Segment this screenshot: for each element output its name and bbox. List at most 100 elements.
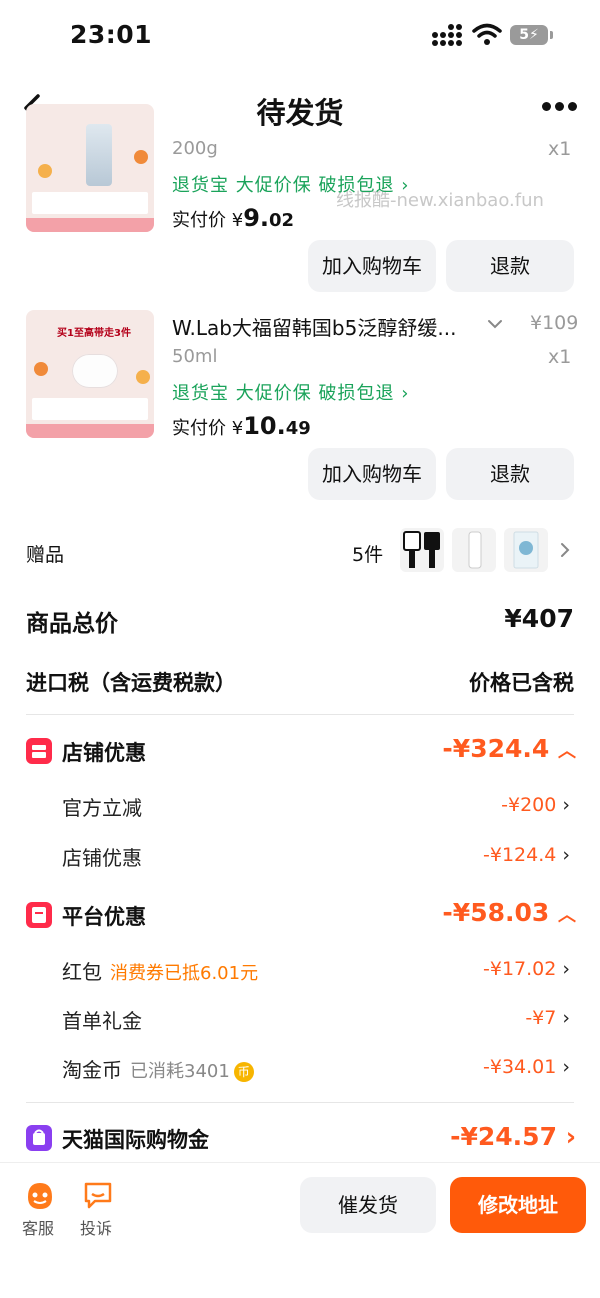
bottom-action-bar: 客服 投诉 催发货 修改地址 xyxy=(0,1162,600,1298)
divider xyxy=(26,1102,574,1103)
taojinbi-note: 已消耗3401 xyxy=(130,1061,230,1082)
service-tags[interactable]: 退货宝 大促价保 破损包退 › xyxy=(172,379,409,405)
discount-item-value[interactable]: -¥200 › xyxy=(400,794,570,816)
complaint-icon xyxy=(84,1182,112,1209)
chevron-right-icon: › xyxy=(556,844,570,866)
product-price: ¥109 xyxy=(530,312,579,334)
coin-icon: 币 xyxy=(233,1061,254,1082)
chevron-down-icon[interactable] xyxy=(486,318,504,330)
complaint-label: 投诉 xyxy=(80,1219,113,1238)
tax-value: 价格已含税 xyxy=(469,671,574,695)
discount-item-label: 淘金币 已消耗3401 币 xyxy=(62,1054,254,1083)
mask-pack-icon xyxy=(513,531,539,569)
chevron-right-icon: › xyxy=(556,958,570,980)
discount-item-amount: -¥7 xyxy=(525,1007,557,1029)
goods-total-value: ¥407 xyxy=(504,604,574,633)
product-thumbnail[interactable]: 买1至高带走3件 xyxy=(26,310,154,438)
status-time: 23:01 xyxy=(70,20,153,49)
chevron-up-icon[interactable]: ︿ xyxy=(558,905,576,926)
status-bar: 23:01 5⚡ xyxy=(0,0,600,72)
red-packet-note: 消费券已抵6.01元 xyxy=(110,963,259,984)
product-thumbnail[interactable] xyxy=(26,104,154,232)
platform-discount-icon xyxy=(26,902,52,928)
store-discount-amount: -¥324.4 xyxy=(442,734,550,763)
product-qty: x1 xyxy=(548,138,572,160)
divider xyxy=(26,714,574,715)
platform-discount-amount: -¥58.03 xyxy=(442,898,550,927)
paid-price: 实付价 ¥10.49 xyxy=(172,412,311,440)
tmall-gold-title: 天猫国际购物金 xyxy=(62,1128,209,1152)
gift-label: 赠品 xyxy=(26,544,65,566)
gift-thumbnail xyxy=(504,528,548,572)
taojinbi-label: 淘金币 xyxy=(62,1058,122,1082)
tax-label: 进口税（含运费税款） xyxy=(26,671,236,695)
product-spec: 200g xyxy=(172,138,218,159)
cellular-signal-icon xyxy=(432,24,464,46)
goods-total-label: 商品总价 xyxy=(26,611,118,637)
red-packet-label: 红包 xyxy=(62,960,102,984)
add-to-cart-button[interactable]: 加入购物车 xyxy=(308,448,436,500)
store-discount-value[interactable]: -¥324.4 ︿ xyxy=(400,734,576,763)
store-discount-title: 店铺优惠 xyxy=(62,741,146,765)
product-qty: x1 xyxy=(548,346,572,368)
paid-label: 实付价 xyxy=(172,418,226,439)
service-tags-text: 退货宝 大促价保 破损包退 xyxy=(172,383,395,404)
chevron-right-icon: › xyxy=(556,1122,576,1151)
discount-item-label: 店铺优惠 xyxy=(62,846,142,870)
chevron-right-icon: › xyxy=(556,794,570,816)
product-item[interactable]: 200g x1 退货宝 大促价保 破损包退 › 实付价 ¥9.02 加入购物车 … xyxy=(0,104,600,294)
tmall-gold-value[interactable]: -¥24.57 › xyxy=(400,1122,576,1151)
tmall-gold-icon xyxy=(26,1125,52,1151)
product-title[interactable]: W.Lab大福留韩国b5泛醇舒缓... xyxy=(172,312,456,341)
platform-discount-title: 平台优惠 xyxy=(62,905,146,929)
modify-address-button[interactable]: 修改地址 xyxy=(450,1177,586,1233)
chevron-right-icon: › xyxy=(401,383,410,404)
chevron-right-icon: › xyxy=(401,175,410,196)
service-tags[interactable]: 退货宝 大促价保 破损包退 › xyxy=(172,171,409,197)
discount-item-label: 官方立减 xyxy=(62,796,142,820)
product-thumb-banner: 买1至高带走3件 xyxy=(57,328,131,339)
paid-dec: 49 xyxy=(285,418,311,439)
tube-icon xyxy=(468,531,482,569)
urge-shipping-button[interactable]: 催发货 xyxy=(300,1177,436,1233)
paid-price: 实付价 ¥9.02 xyxy=(172,204,294,232)
service-tags-text: 退货宝 大促价保 破损包退 xyxy=(172,175,395,196)
discount-item-amount: -¥200 xyxy=(501,794,557,816)
platform-discount-value[interactable]: -¥58.03 ︿ xyxy=(400,898,576,927)
paid-dec: 02 xyxy=(269,210,295,231)
more-icon[interactable] xyxy=(542,102,578,114)
customer-service-button[interactable]: 客服 xyxy=(20,1175,60,1239)
paid-int: 9. xyxy=(243,204,270,232)
gift-row[interactable]: 赠品 5件 xyxy=(0,524,600,578)
gift-thumbnail xyxy=(452,528,496,572)
gift-thumbnail xyxy=(400,528,444,572)
refund-button[interactable]: 退款 xyxy=(446,240,574,292)
complaint-button[interactable]: 投诉 xyxy=(78,1175,118,1239)
paid-int: 10. xyxy=(243,412,286,440)
wifi-icon xyxy=(472,23,502,45)
battery-level: 5 xyxy=(519,27,529,43)
store-discount-icon xyxy=(26,738,52,764)
customer-service-label: 客服 xyxy=(22,1219,55,1238)
discount-item-amount: -¥17.02 xyxy=(483,958,557,980)
gift-count: 5件 xyxy=(352,544,384,566)
add-to-cart-button[interactable]: 加入购物车 xyxy=(308,240,436,292)
product-item[interactable]: 买1至高带走3件 W.Lab大福留韩国b5泛醇舒缓... ¥109 50ml x… xyxy=(0,310,600,500)
tmall-gold-amount: -¥24.57 xyxy=(450,1122,557,1151)
paid-label: 实付价 xyxy=(172,210,226,231)
discount-item-value[interactable]: -¥7 › xyxy=(400,1007,570,1029)
paid-currency: ¥ xyxy=(231,418,244,439)
refund-button[interactable]: 退款 xyxy=(446,448,574,500)
battery-icon: 5⚡ xyxy=(510,25,548,45)
discount-item-label: 首单礼金 xyxy=(62,1009,142,1033)
mirror-icon xyxy=(403,531,440,568)
paid-currency: ¥ xyxy=(231,210,244,231)
chevron-right-icon xyxy=(561,543,570,557)
discount-item-value[interactable]: -¥17.02 › xyxy=(400,958,570,980)
discount-item-value[interactable]: -¥34.01 › xyxy=(400,1056,570,1078)
product-spec: 50ml xyxy=(172,346,218,367)
discount-item-amount: -¥124.4 xyxy=(483,844,557,866)
customer-service-icon xyxy=(28,1183,52,1209)
chevron-up-icon[interactable]: ︿ xyxy=(558,741,576,762)
discount-item-value[interactable]: -¥124.4 › xyxy=(400,844,570,866)
